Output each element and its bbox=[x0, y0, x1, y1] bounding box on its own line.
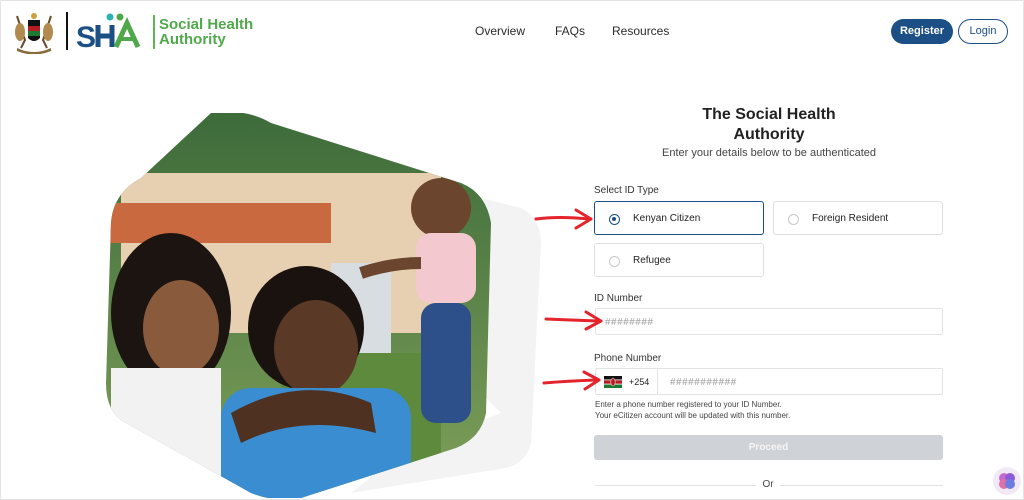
sha-logo-icon[interactable]: S bbox=[76, 11, 152, 51]
assistant-extension-button[interactable] bbox=[993, 467, 1021, 495]
phone-number-label: Phone Number bbox=[594, 353, 662, 364]
form-title: The Social Health Authority bbox=[669, 105, 869, 145]
id-type-label: Select ID Type bbox=[594, 185, 659, 196]
or-label: Or bbox=[756, 479, 780, 490]
proceed-button[interactable]: Proceed bbox=[594, 435, 943, 460]
brain-icon bbox=[999, 473, 1015, 489]
kenya-flag-icon bbox=[604, 376, 622, 388]
form-title-line-2: Authority bbox=[733, 126, 805, 143]
radio-unselected-icon[interactable] bbox=[788, 214, 799, 225]
coat-of-arms-icon bbox=[15, 13, 53, 54]
login-button[interactable]: Login bbox=[958, 19, 1008, 44]
form-title-line-1: The Social Health bbox=[702, 106, 836, 123]
id-type-kenyan-citizen-label: Kenyan Citizen bbox=[633, 213, 701, 224]
phone-number-field[interactable]: +254 ########### bbox=[595, 368, 943, 395]
header-divider bbox=[66, 12, 68, 50]
country-code-selector[interactable]: +254 bbox=[596, 369, 658, 394]
id-type-foreign-resident[interactable]: Foreign Resident bbox=[773, 201, 943, 235]
page: S Social Health Authority Overview FAQs … bbox=[0, 0, 1024, 500]
nav-overview[interactable]: Overview bbox=[475, 24, 525, 38]
id-number-placeholder: ######## bbox=[605, 317, 654, 328]
brand-name: Social Health Authority bbox=[159, 17, 253, 47]
phone-help-text-2: Your eCitizen account will be updated wi… bbox=[595, 411, 791, 420]
header: S Social Health Authority Overview FAQs … bbox=[1, 1, 1024, 63]
phone-help-text-1: Enter a phone number registered to your … bbox=[595, 400, 782, 409]
form-subtitle: Enter your details below to be authentic… bbox=[661, 147, 877, 159]
id-type-kenyan-citizen[interactable]: Kenyan Citizen bbox=[594, 201, 764, 235]
nav-faqs[interactable]: FAQs bbox=[555, 24, 585, 38]
id-number-input[interactable]: ######## bbox=[595, 308, 943, 335]
hero-family-image bbox=[106, 113, 541, 498]
country-code: +254 bbox=[629, 377, 650, 387]
brand-line-2: Authority bbox=[159, 31, 226, 48]
annotation-arrow-icon bbox=[534, 208, 593, 230]
brand-divider bbox=[153, 15, 155, 49]
id-number-label: ID Number bbox=[594, 293, 643, 304]
phone-number-placeholder: ########### bbox=[670, 377, 737, 388]
annotation-arrow-icon bbox=[542, 370, 601, 391]
radio-selected-icon[interactable] bbox=[609, 214, 620, 225]
svg-text:S: S bbox=[76, 21, 96, 51]
nav-resources[interactable]: Resources bbox=[612, 24, 669, 38]
id-type-refugee[interactable]: Refugee bbox=[594, 243, 764, 277]
id-type-foreign-resident-label: Foreign Resident bbox=[812, 213, 889, 224]
brand-line-1: Social Health bbox=[159, 16, 254, 33]
radio-unselected-icon[interactable] bbox=[609, 256, 620, 267]
id-type-refugee-label: Refugee bbox=[633, 255, 671, 266]
register-button[interactable]: Register bbox=[891, 19, 953, 44]
annotation-arrow-icon bbox=[544, 310, 603, 331]
